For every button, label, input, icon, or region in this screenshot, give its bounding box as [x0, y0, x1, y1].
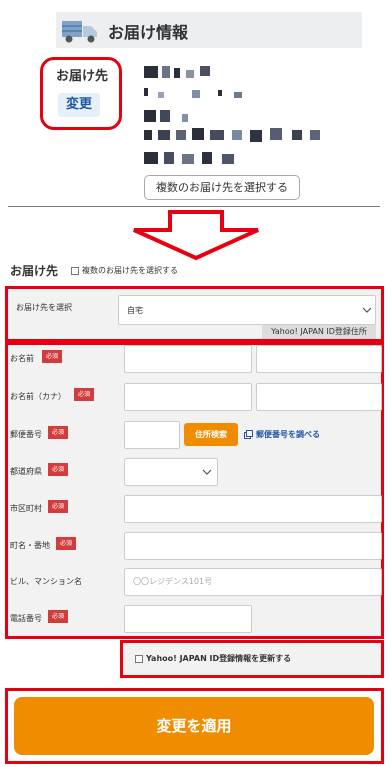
- select-multiple-button[interactable]: 複数のお届け先を選択する: [144, 175, 300, 200]
- required-badge: 必須: [48, 426, 68, 439]
- first-name-input[interactable]: [256, 345, 382, 373]
- last-name-kana-input[interactable]: [124, 383, 252, 411]
- update-checkbox-label: Yahoo! JAPAN ID登録情報を更新する: [146, 654, 292, 663]
- section-title: お届け情報: [108, 23, 189, 42]
- required-badge: 必須: [74, 388, 94, 401]
- update-checkbox[interactable]: [135, 655, 143, 663]
- city-label: 市区町村: [10, 504, 42, 513]
- destination-select[interactable]: 自宅: [118, 295, 376, 325]
- destination-label: お届け先: [56, 69, 109, 84]
- first-name-kana-input[interactable]: [256, 383, 382, 411]
- external-link-icon: [244, 430, 253, 439]
- postal-label: 郵便番号: [10, 430, 42, 439]
- select-note: Yahoo! JAPAN ID登録住所: [262, 325, 376, 339]
- street-label: 町名・番地: [10, 541, 50, 550]
- chevron-down-icon: [362, 307, 372, 313]
- city-input[interactable]: [124, 495, 382, 523]
- address-search-button[interactable]: 住所検索: [184, 423, 238, 446]
- required-badge: 必須: [48, 610, 68, 623]
- truck-icon: [62, 21, 97, 43]
- destination-select-value: 自宅: [127, 306, 143, 315]
- down-arrow-icon: [133, 210, 259, 261]
- phone-input[interactable]: [124, 605, 252, 633]
- select-label: お届け先を選択: [16, 303, 72, 312]
- required-badge: 必須: [48, 500, 68, 513]
- pixelated-address: [142, 64, 342, 174]
- street-input[interactable]: [124, 532, 382, 560]
- postal-lookup-link[interactable]: 郵便番号を調べる: [256, 429, 320, 440]
- phone-label: 電話番号: [10, 614, 42, 623]
- name-label: お名前: [10, 354, 34, 363]
- form-title: お届け先: [10, 264, 59, 278]
- section-header: [56, 12, 362, 48]
- change-button[interactable]: 変更: [58, 93, 100, 117]
- last-name-input[interactable]: [124, 345, 252, 373]
- kana-label: お名前（カナ）: [10, 392, 66, 401]
- postal-code-input[interactable]: [124, 421, 180, 449]
- multi-checkbox-label: 複数のお届け先を選択する: [82, 266, 178, 275]
- chevron-down-icon: [202, 469, 212, 475]
- divider: [8, 206, 380, 207]
- required-badge: 必須: [42, 350, 62, 363]
- building-label: ビル、マンション名: [10, 577, 82, 586]
- building-input[interactable]: 〇〇レジデンス101号: [124, 568, 382, 596]
- required-badge: 必須: [56, 537, 76, 550]
- required-badge: 必須: [48, 463, 68, 476]
- multi-checkbox[interactable]: [71, 267, 79, 275]
- prefecture-label: 都道府県: [10, 467, 42, 476]
- apply-button[interactable]: 変更を適用: [14, 697, 374, 755]
